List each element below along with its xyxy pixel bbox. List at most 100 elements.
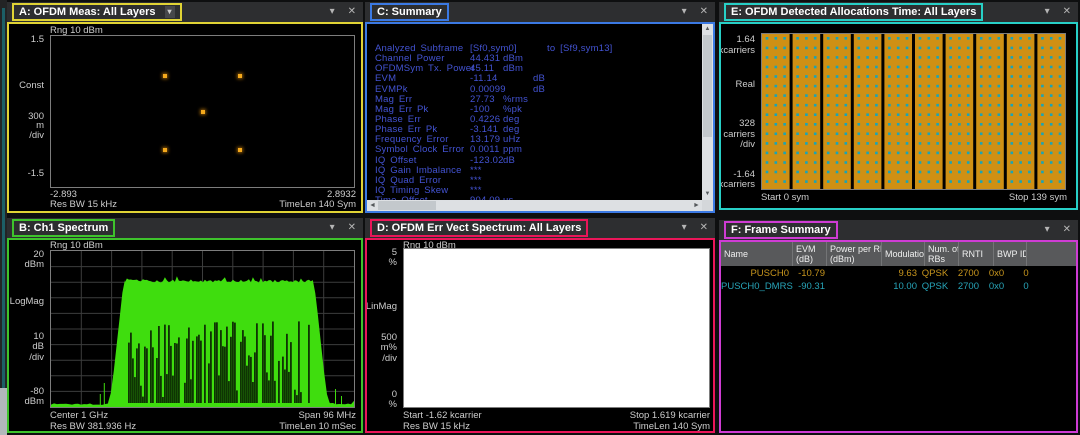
- window-f-title-tab[interactable]: F: Frame Summary: [724, 221, 838, 239]
- y-axis-label: 328: [739, 119, 755, 129]
- y-axis-label: -1.5: [28, 169, 44, 179]
- constellation-point: [238, 74, 242, 78]
- spectrum-plot[interactable]: [50, 250, 355, 408]
- close-icon[interactable]: ✕: [700, 2, 708, 22]
- window-e-title-tab[interactable]: E: OFDM Detected Allocations Time: All L…: [724, 3, 983, 21]
- window-d-titlebar[interactable]: D: OFDM Err Vect Spectrum: All Layers ▾ …: [365, 218, 715, 238]
- close-icon[interactable]: ✕: [700, 218, 708, 238]
- x-stop-label: Stop 1.619 kcarrier: [630, 411, 710, 421]
- close-icon[interactable]: ✕: [1063, 2, 1071, 22]
- y-axis-label: dB: [32, 342, 44, 352]
- window-d-content: Rng 10 dBm 5%LinMag500m%/div0% Start -1.…: [365, 238, 715, 433]
- summary-text: dB: [503, 156, 515, 166]
- window-menu-icon[interactable]: ▾: [1045, 2, 1050, 22]
- window-menu-icon[interactable]: ▾: [330, 2, 335, 22]
- close-icon[interactable]: ✕: [348, 218, 356, 238]
- summary-row: EVMPk0.00099dB: [367, 85, 702, 95]
- frame-summary-row[interactable]: PUSCH0_DMRS-90.3110.00QPSK27000x00: [721, 281, 1076, 294]
- allocations-plot[interactable]: [761, 33, 1066, 190]
- span-label: Span 96 MHz: [298, 411, 356, 421]
- y-axis-a: 1.5Const300m/div-1.5: [9, 35, 48, 188]
- y-axis-label: Real: [735, 80, 755, 90]
- measurement-dropdown-icon[interactable]: ▾: [165, 6, 175, 18]
- vertical-scrollbar[interactable]: ▲ ▼: [702, 24, 713, 200]
- window-menu-icon[interactable]: ▾: [682, 2, 687, 22]
- window-e-titlebar[interactable]: E: OFDM Detected Allocations Time: All L…: [719, 2, 1078, 22]
- column-header[interactable]: EVM(dB): [793, 242, 827, 266]
- table-header-row: NameEVM(dB)Power per RE(dBm)ModulationNu…: [721, 242, 1076, 266]
- y-axis-label: /div: [29, 131, 44, 141]
- summary-text: Symbol Clock Error: [375, 145, 464, 155]
- scrollbar-thumb[interactable]: [378, 201, 436, 210]
- y-axis-label: %: [389, 400, 397, 410]
- table-cell: 0: [1009, 281, 1043, 293]
- y-axis-label: LogMag: [10, 297, 44, 307]
- column-header[interactable]: BWP ID: [994, 242, 1027, 266]
- window-e-title: E: OFDM Detected Allocations Time: All L…: [731, 6, 976, 18]
- scrollbar-thumb[interactable]: [703, 35, 712, 137]
- column-header[interactable]: Name: [721, 242, 793, 266]
- column-header-text: Num. of: [928, 244, 958, 254]
- column-header[interactable]: Power per RE(dBm): [827, 242, 882, 266]
- table-cell: QPSK: [917, 268, 953, 280]
- summary-row: Symbol Clock Error0.0011ppm: [367, 145, 702, 155]
- window-d-title: D: OFDM Err Vect Spectrum: All Layers: [377, 222, 581, 234]
- x-start-label: Start -1.62 kcarrier: [403, 411, 482, 421]
- center-freq-label: Center 1 GHz: [50, 411, 108, 421]
- window-b-ch1-spectrum: B: Ch1 Spectrum ▾ ✕ Rng 10 dBm 20dBmLogM…: [7, 218, 363, 433]
- constellation-point: [238, 148, 242, 152]
- window-b-title-tab[interactable]: B: Ch1 Spectrum: [12, 219, 115, 237]
- constellation-plot[interactable]: [50, 35, 355, 188]
- window-a-ofdm-meas: A: OFDM Meas: All Layers ▾ ▾ ✕ Rng 10 dB…: [7, 2, 363, 213]
- window-a-title-tab[interactable]: A: OFDM Meas: All Layers ▾: [12, 3, 182, 21]
- column-header-text: RBs: [928, 254, 958, 264]
- y-axis-label: LinMag: [366, 302, 397, 312]
- column-header[interactable]: [1027, 242, 1076, 266]
- window-b-content: Rng 10 dBm 20dBmLogMag10dB/div-80dBm Cen…: [7, 238, 363, 433]
- summary-text: dBm: [503, 64, 523, 74]
- window-b-titlebar[interactable]: B: Ch1 Spectrum ▾ ✕: [7, 218, 363, 238]
- constellation-point: [163, 74, 167, 78]
- window-d-title-tab[interactable]: D: OFDM Err Vect Spectrum: All Layers: [370, 219, 588, 237]
- window-c-summary: C: Summary ▾ ✕ Analyzed Subframe[Sf0,sym…: [365, 2, 715, 213]
- column-header-text: RNTI: [962, 249, 993, 259]
- column-header-text: EVM: [796, 244, 826, 254]
- table-cell: PUSCH0_DMRS: [721, 281, 789, 293]
- window-menu-icon[interactable]: ▾: [1045, 220, 1050, 240]
- summary-text: to [Sf9,sym13]: [547, 44, 613, 54]
- dock-splitter[interactable]: [0, 0, 7, 435]
- column-header-text: Name: [724, 249, 792, 259]
- column-header[interactable]: Num. ofRBs: [925, 242, 959, 266]
- window-menu-icon[interactable]: ▾: [682, 218, 687, 238]
- frame-summary-row[interactable]: PUSCH0-10.799.63QPSK27000x00: [721, 268, 1076, 281]
- column-header[interactable]: Modulation: [882, 242, 925, 266]
- y-axis-b: 20dBmLogMag10dB/div-80dBm: [9, 250, 48, 408]
- summary-text: ppm: [503, 145, 522, 155]
- scroll-right-icon[interactable]: ►: [691, 200, 702, 211]
- scrollbar-corner: [702, 200, 713, 211]
- horizontal-scrollbar[interactable]: ◄ ►: [367, 200, 702, 211]
- scroll-left-icon[interactable]: ◄: [367, 200, 378, 211]
- window-c-title-tab[interactable]: C: Summary: [370, 3, 449, 21]
- window-a-titlebar[interactable]: A: OFDM Meas: All Layers ▾ ▾ ✕: [7, 2, 363, 22]
- error-vector-plot[interactable]: [403, 248, 710, 408]
- y-axis-label: kcarriers: [719, 46, 755, 56]
- table-cell: -10.79: [789, 268, 825, 280]
- y-axis-label: Const: [19, 81, 44, 91]
- scroll-down-icon[interactable]: ▼: [702, 189, 713, 200]
- window-c-titlebar[interactable]: C: Summary ▾ ✕: [365, 2, 715, 22]
- spectrum-trace: [51, 251, 354, 407]
- scroll-up-icon[interactable]: ▲: [702, 24, 713, 35]
- window-f-titlebar[interactable]: F: Frame Summary ▾ ✕: [719, 220, 1078, 240]
- constellation-point: [163, 148, 167, 152]
- summary-text: dB: [533, 85, 545, 95]
- window-menu-icon[interactable]: ▾: [330, 218, 335, 238]
- y-axis-label: kcarriers: [719, 180, 755, 190]
- column-header[interactable]: RNTI: [959, 242, 994, 266]
- window-e-content: 1.64kcarriersReal328carriers/div-1.64kca…: [719, 22, 1078, 210]
- close-icon[interactable]: ✕: [348, 2, 356, 22]
- close-icon[interactable]: ✕: [1063, 220, 1071, 240]
- window-f-title: F: Frame Summary: [731, 224, 831, 236]
- y-axis-label: 1.64: [737, 35, 756, 45]
- window-f-content: NameEVM(dB)Power per RE(dBm)ModulationNu…: [719, 240, 1078, 433]
